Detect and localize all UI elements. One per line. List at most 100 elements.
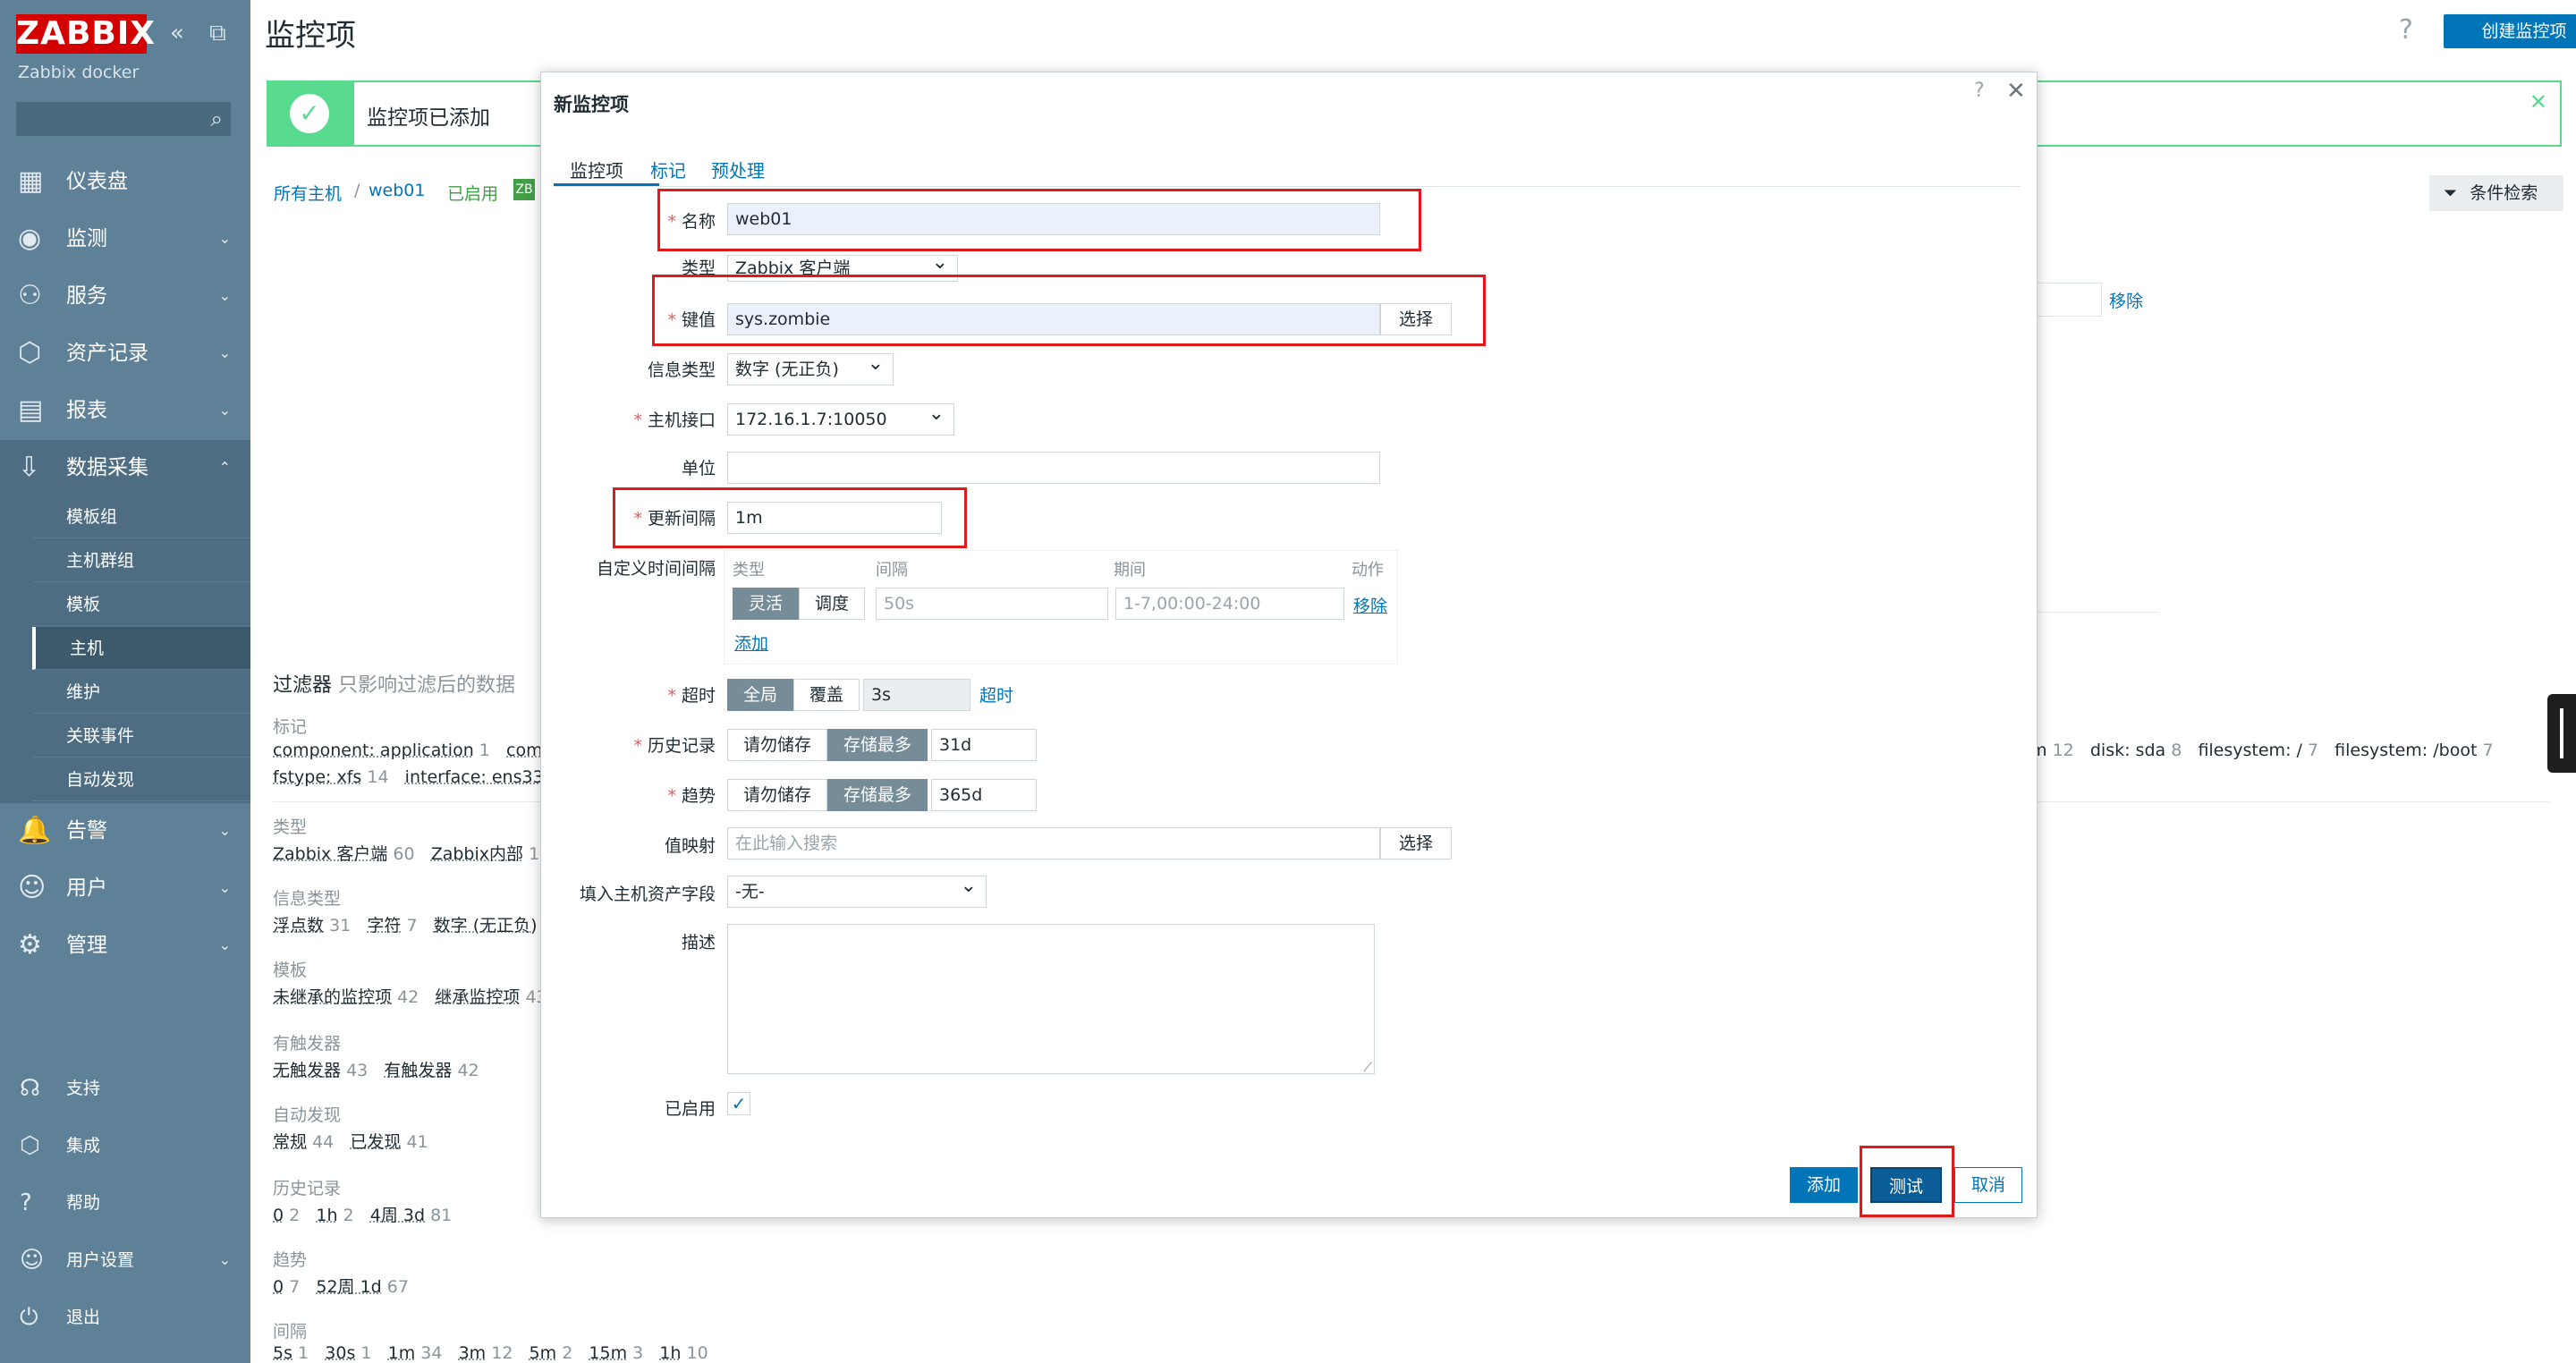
submenu-maintenance[interactable]: 维护 bbox=[32, 671, 250, 714]
facet-count: 2 bbox=[289, 1206, 301, 1225]
menu-data-collection[interactable]: ⇩ 数据采集 ⌃ bbox=[0, 440, 250, 495]
facet-value[interactable]: filesystem: /boot bbox=[2334, 741, 2477, 760]
submenu-event-correlation[interactable]: 关联事件 bbox=[32, 715, 250, 758]
facet-value[interactable]: 3m bbox=[459, 1343, 487, 1363]
close-icon[interactable]: ✕ bbox=[2529, 89, 2547, 114]
value-map-input[interactable]: 在此输入搜索 bbox=[727, 827, 1380, 859]
history-input[interactable]: 31d bbox=[931, 729, 1037, 761]
timeout-override-toggle[interactable]: 覆盖 bbox=[793, 679, 860, 711]
history-do-not-store-toggle[interactable]: 请勿储存 bbox=[727, 729, 827, 761]
facet-value[interactable]: fstype: xfs bbox=[273, 767, 361, 787]
value-map-select-button[interactable]: 选择 bbox=[1380, 827, 1452, 859]
scroll-handle[interactable] bbox=[2547, 694, 2576, 773]
facet-value[interactable]: 5m bbox=[530, 1343, 557, 1363]
filter-tab[interactable]: ⏷ 条件检索 bbox=[2429, 175, 2563, 211]
footer-integrations[interactable]: ⬡ 集成 bbox=[0, 1123, 250, 1168]
facet-value[interactable]: 1h bbox=[659, 1343, 681, 1363]
trends-do-not-store-toggle[interactable]: 请勿储存 bbox=[727, 779, 827, 811]
filter-value-input[interactable] bbox=[2032, 283, 2102, 317]
footer-help[interactable]: ? 帮助 bbox=[0, 1181, 250, 1225]
footer-sign-out[interactable]: ⏻ 退出 bbox=[0, 1295, 250, 1340]
timeout-global-toggle[interactable]: 全局 bbox=[727, 679, 793, 711]
zabbix-agent-badge[interactable]: ZB bbox=[513, 179, 535, 200]
facet-value[interactable]: filesystem: / bbox=[2198, 741, 2301, 760]
facet-value[interactable]: 0 bbox=[273, 1206, 284, 1225]
search-icon[interactable]: ⌕ bbox=[211, 106, 223, 131]
filter-remove-link[interactable]: 移除 bbox=[2109, 288, 2143, 312]
chevron-down-icon: ⌄ bbox=[218, 879, 231, 896]
tab-preprocessing[interactable]: 预处理 bbox=[711, 157, 765, 182]
host-interface-select[interactable]: 172.16.1.7:10050 bbox=[727, 403, 954, 436]
menu-dashboard[interactable]: ▦ 仪表盘 bbox=[0, 154, 250, 209]
breadcrumb-enabled[interactable]: 已启用 bbox=[447, 181, 498, 205]
menu-inventory[interactable]: ⬡ 资产记录 ⌄ bbox=[0, 326, 250, 381]
custom-remove-link[interactable]: 移除 bbox=[1353, 593, 1387, 617]
facet-value[interactable]: 数字 (无正负) bbox=[434, 916, 538, 935]
submenu-discovery[interactable]: 自动发现 bbox=[32, 758, 250, 801]
custom-period-input[interactable]: 1-7,00:00-24:00 bbox=[1115, 588, 1344, 620]
submenu-templates[interactable]: 模板 bbox=[32, 583, 250, 626]
facet-value[interactable]: Zabbix内部 bbox=[431, 844, 523, 864]
facet-value[interactable]: 5s bbox=[273, 1343, 292, 1363]
facet-value[interactable]: 常规 bbox=[273, 1132, 307, 1152]
sidebar-search-input[interactable]: ⌕ bbox=[16, 102, 231, 136]
facet-value[interactable]: 4周 3d bbox=[370, 1206, 425, 1225]
close-icon[interactable]: ✕ bbox=[2006, 78, 2026, 105]
facet-value[interactable]: 继承监控项 bbox=[435, 987, 520, 1007]
facet-value[interactable]: 未继承的监控项 bbox=[273, 987, 392, 1007]
collapse-sidebar-icon[interactable]: « ⧉ bbox=[170, 20, 235, 47]
facet-value[interactable]: Zabbix 客户端 bbox=[273, 844, 387, 864]
tab-tags[interactable]: 标记 bbox=[650, 157, 686, 182]
cancel-button[interactable]: 取消 bbox=[1954, 1167, 2022, 1203]
facet-value[interactable]: interface: ens33 bbox=[405, 767, 544, 787]
menu-services[interactable]: ⚇ 服务 ⌄ bbox=[0, 268, 250, 324]
facet-value[interactable]: component: application bbox=[273, 741, 474, 760]
units-input[interactable] bbox=[727, 452, 1380, 484]
history-store-toggle[interactable]: 存储最多 bbox=[827, 729, 928, 761]
flexible-toggle[interactable]: 灵活 bbox=[733, 588, 799, 620]
breadcrumb-all-hosts[interactable]: 所有主机 bbox=[274, 181, 342, 205]
facet-value[interactable]: 有触发器 bbox=[384, 1061, 452, 1080]
facet-row: 0 7 52周 1d 67 bbox=[273, 1274, 409, 1298]
submenu-template-groups[interactable]: 模板组 bbox=[32, 495, 250, 538]
description-textarea[interactable] bbox=[727, 924, 1375, 1075]
tab-item[interactable]: 监控项 bbox=[570, 157, 623, 182]
scheduling-toggle[interactable]: 调度 bbox=[799, 588, 865, 620]
custom-add-link[interactable]: 添加 bbox=[734, 631, 768, 655]
facet-value[interactable]: 无触发器 bbox=[273, 1061, 341, 1080]
facet-value[interactable]: disk: sda bbox=[2090, 741, 2165, 760]
footer-support[interactable]: ☊ 支持 bbox=[0, 1066, 250, 1111]
info-type-select[interactable]: 数字 (无正负) bbox=[727, 353, 894, 385]
facet-count: 44 bbox=[312, 1132, 335, 1152]
inventory-field-select[interactable]: -无- bbox=[727, 876, 987, 908]
facet-value[interactable]: 52周 1d bbox=[316, 1277, 381, 1297]
footer-user-settings[interactable]: ☺ 用户设置 ⌄ bbox=[0, 1238, 250, 1283]
menu-reports[interactable]: ▤ 报表 ⌄ bbox=[0, 383, 250, 438]
facet-value[interactable]: 15m bbox=[589, 1343, 627, 1363]
facet-count: 1 bbox=[479, 741, 490, 760]
timeout-link[interactable]: 超时 bbox=[979, 682, 1013, 707]
facet-value[interactable]: 浮点数 bbox=[273, 916, 324, 935]
menu-alerts[interactable]: 🔔 告警 ⌄ bbox=[0, 803, 250, 859]
zabbix-logo[interactable]: ZABBIX bbox=[16, 14, 155, 54]
help-icon[interactable]: ? bbox=[2399, 14, 2413, 46]
facet-value[interactable]: 0 bbox=[273, 1277, 284, 1297]
facet-value[interactable]: 1h bbox=[316, 1206, 337, 1225]
enabled-checkbox[interactable]: ✓ bbox=[727, 1092, 750, 1115]
submenu-host-groups[interactable]: 主机群组 bbox=[32, 539, 250, 582]
trends-input[interactable]: 365d bbox=[931, 779, 1037, 811]
facet-value[interactable]: 已发现 bbox=[350, 1132, 401, 1152]
menu-monitoring[interactable]: ◉ 监测 ⌄ bbox=[0, 211, 250, 267]
menu-users[interactable]: ☺ 用户 ⌄ bbox=[0, 860, 250, 916]
facet-value[interactable]: 1m bbox=[388, 1343, 416, 1363]
create-item-button[interactable]: 创建监控项 bbox=[2444, 14, 2576, 48]
facet-value[interactable]: 字符 bbox=[367, 916, 401, 935]
submenu-hosts[interactable]: 主机 bbox=[32, 627, 250, 670]
trends-store-toggle[interactable]: 存储最多 bbox=[827, 779, 928, 811]
add-button[interactable]: 添加 bbox=[1790, 1167, 1858, 1203]
help-icon[interactable]: ? bbox=[1974, 80, 1985, 102]
custom-interval-input[interactable]: 50s bbox=[876, 588, 1108, 620]
facet-value[interactable]: 30s bbox=[325, 1343, 355, 1363]
menu-administration[interactable]: ⚙ 管理 ⌄ bbox=[0, 918, 250, 973]
breadcrumb-host[interactable]: web01 bbox=[369, 181, 425, 200]
